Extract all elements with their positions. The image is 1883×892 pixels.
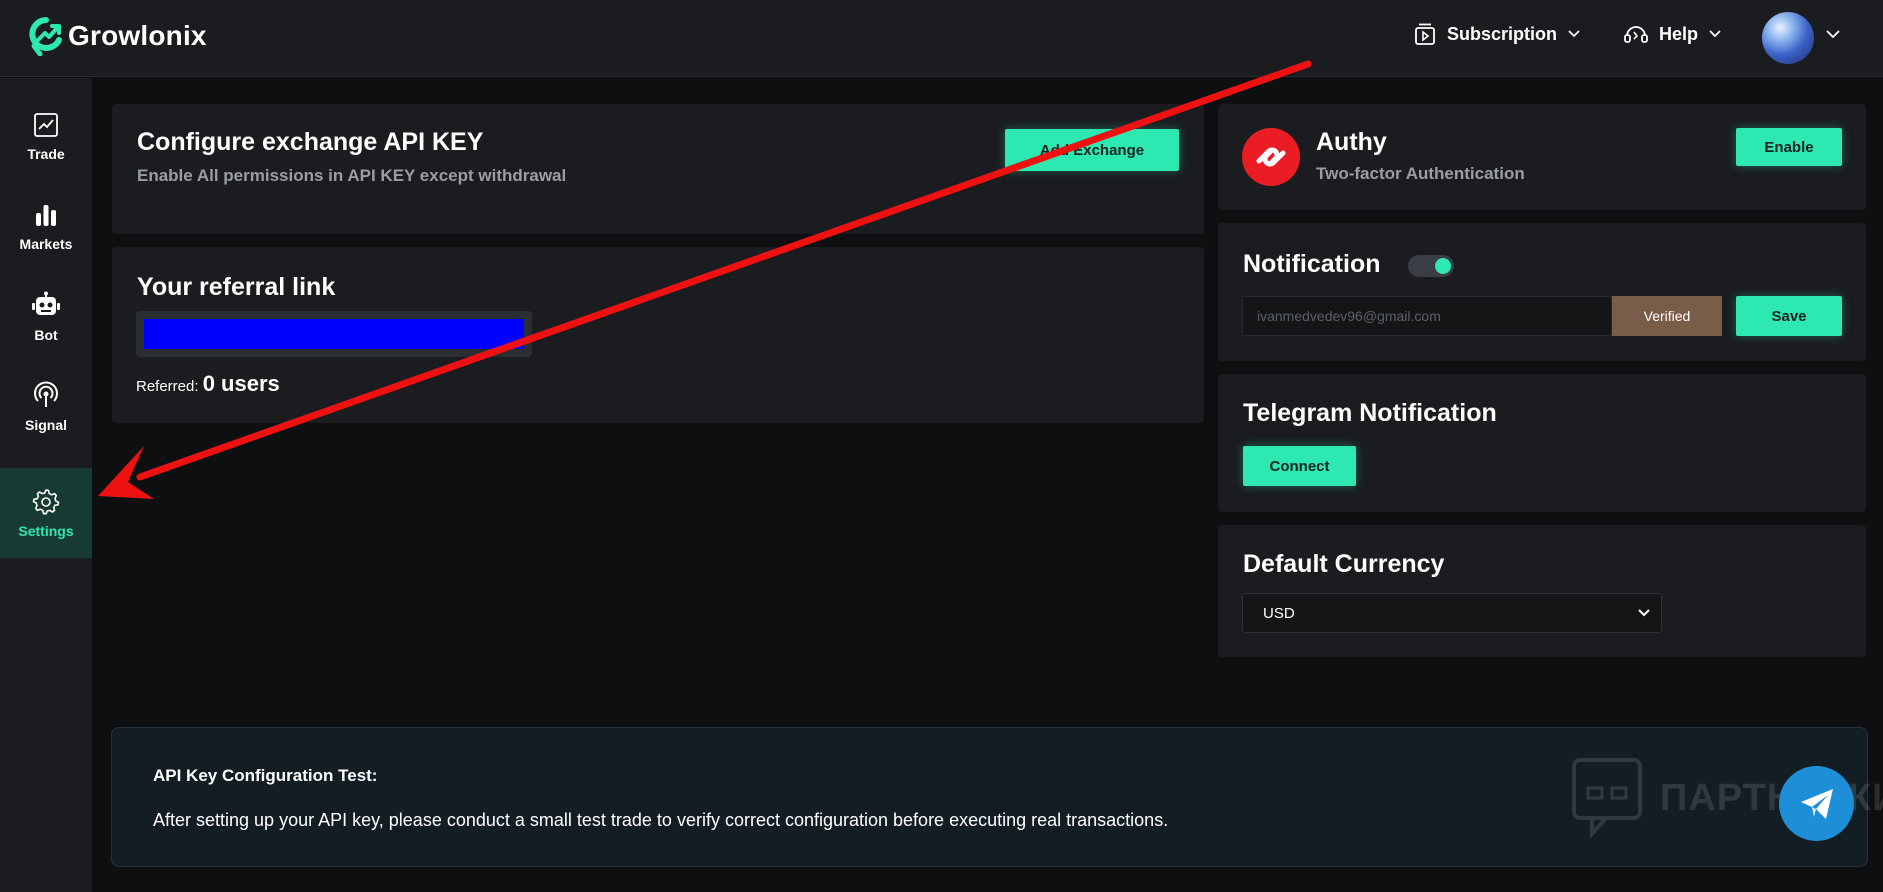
currency-card: Default Currency USD [1218, 525, 1866, 657]
exchange-title: Configure exchange API KEY [137, 128, 484, 156]
info-title: API Key Configuration Test: [153, 766, 378, 785]
sidebar-item-signal[interactable]: Signal [0, 362, 92, 452]
referral-title: Your referral link [137, 273, 336, 301]
notification-email-input[interactable] [1242, 296, 1612, 336]
chevron-down-icon [1568, 30, 1580, 38]
exchange-card: Configure exchange API KEY Enable All pe… [112, 104, 1204, 234]
signal-icon [34, 381, 58, 407]
chart-line-icon [34, 113, 58, 137]
telegram-card: Telegram Notification Connect [1218, 374, 1866, 512]
toggle-knob [1435, 258, 1451, 274]
referred-count: 0 users [202, 371, 280, 396]
chevron-down-icon [1709, 30, 1721, 38]
notification-title: Notification [1243, 250, 1381, 278]
sidebar-item-label: Trade [27, 146, 65, 162]
add-exchange-button[interactable]: Add Exchange [1005, 129, 1179, 171]
telegram-chat-button[interactable] [1779, 766, 1854, 841]
referral-link-redacted [144, 319, 524, 349]
sidebar-item-label: Bot [34, 327, 58, 343]
notification-toggle[interactable] [1408, 255, 1454, 277]
subscription-menu[interactable]: Subscription [1413, 22, 1581, 46]
authy-logo-icon [1242, 128, 1300, 186]
authy-title: Authy [1316, 128, 1387, 156]
bar-chart-icon [36, 205, 56, 226]
currency-select[interactable]: USD [1242, 593, 1662, 633]
sidebar-item-trade[interactable]: Trade [0, 92, 92, 182]
telegram-title: Telegram Notification [1243, 399, 1497, 427]
growlonix-logo-icon [29, 17, 62, 56]
sidebar-item-bot[interactable]: Bot [0, 272, 92, 362]
info-text: After setting up your API key, please co… [153, 810, 1169, 830]
app-name: Growlonix [68, 20, 207, 51]
currency-selected: USD [1263, 604, 1295, 622]
notification-card: Notification Verified Save [1218, 223, 1866, 361]
referred-summary: Referred: 0 users [136, 371, 280, 397]
authy-card: Authy Two-factor Authentication Enable [1218, 104, 1866, 210]
user-avatar[interactable] [1762, 12, 1814, 64]
app-logo[interactable]: Growlonix [28, 16, 207, 56]
sidebar-item-label: Markets [19, 236, 73, 252]
verified-badge: Verified [1612, 296, 1722, 336]
sidebar-item-markets[interactable]: Markets [0, 182, 92, 272]
sidebar-item-label: Signal [24, 417, 67, 433]
subscription-label: Subscription [1447, 23, 1558, 44]
chat-bubble-watermark-icon [1572, 758, 1642, 838]
chevron-down-icon [1638, 609, 1650, 617]
sidebar: Trade Markets Bot Signal Settings [0, 78, 92, 892]
currency-title: Default Currency [1243, 550, 1445, 578]
referred-label: Referred: [136, 378, 199, 395]
gear-icon [32, 489, 60, 515]
api-test-info-panel: ПАРТНЕРКИН API Key Configuration Test: A… [111, 727, 1883, 867]
help-menu[interactable]: Help [1623, 22, 1722, 46]
enable-authy-button[interactable]: Enable [1736, 128, 1842, 166]
headset-icon [1624, 26, 1648, 43]
sidebar-item-label: Settings [18, 523, 74, 539]
sidebar-item-settings[interactable]: Settings [0, 468, 92, 558]
top-header: Growlonix Subscription Help [0, 0, 1883, 77]
connect-telegram-button[interactable]: Connect [1243, 446, 1356, 486]
referral-card: Your referral link Referred: 0 users [112, 247, 1204, 423]
user-menu-chevron-icon[interactable] [1825, 28, 1841, 40]
robot-icon [32, 291, 60, 315]
subscription-icon [1415, 23, 1435, 45]
authy-subtitle: Two-factor Authentication [1316, 164, 1525, 183]
paper-plane-icon [1800, 788, 1833, 819]
save-notification-button[interactable]: Save [1736, 296, 1842, 336]
exchange-subtitle: Enable All permissions in API KEY except… [137, 166, 567, 185]
help-label: Help [1659, 23, 1699, 44]
referral-link-box[interactable] [136, 311, 532, 357]
